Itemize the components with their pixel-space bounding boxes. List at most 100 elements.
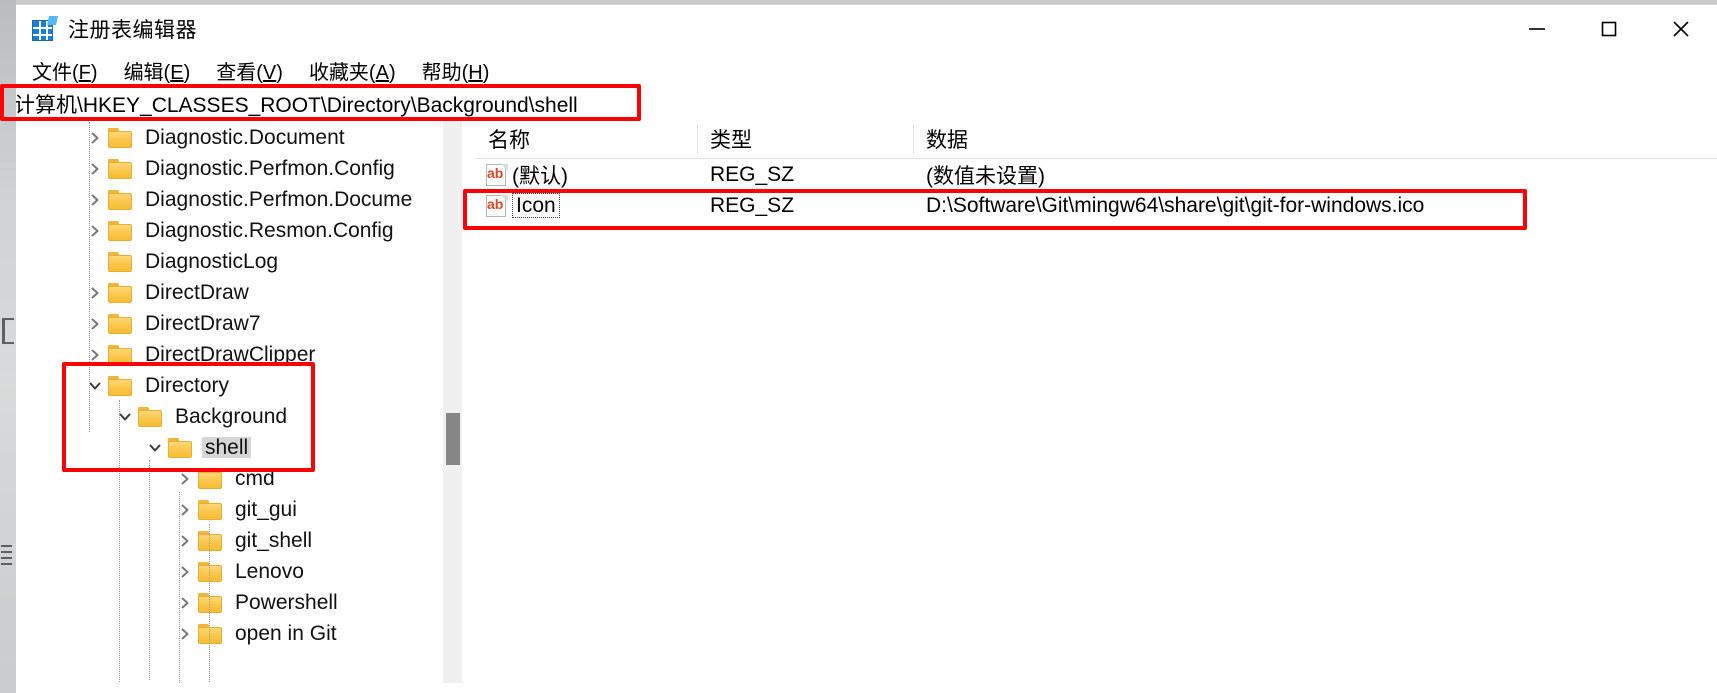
chevron-right-icon[interactable] <box>172 503 198 517</box>
minimize-button[interactable] <box>1501 5 1573 53</box>
tree-item-powershell[interactable]: Powershell <box>16 587 462 618</box>
chevron-right-icon[interactable] <box>82 348 108 362</box>
tree-item-cmd[interactable]: cmd <box>16 463 462 494</box>
tree-item-label: shell <box>202 437 252 458</box>
tree-connector-line <box>149 460 150 680</box>
close-button[interactable] <box>1645 5 1717 53</box>
values-header-row: 名称 类型 数据 <box>476 120 1717 159</box>
value-type-cell: REG_SZ <box>710 162 795 186</box>
tree-item-diagnostic-resmon-config[interactable]: Diagnostic.Resmon.Config <box>16 215 462 246</box>
folder-icon <box>108 344 134 365</box>
folder-icon <box>198 592 224 613</box>
menu-help[interactable]: 帮助(H) <box>422 56 490 85</box>
folder-icon <box>198 623 224 644</box>
chevron-right-icon[interactable] <box>172 596 198 610</box>
value-name-text: Icon <box>512 193 560 218</box>
tree-item-git-shell[interactable]: git_shell <box>16 525 462 556</box>
menu-view-tail: ) <box>276 61 283 84</box>
value-data-cell: D:\Software\Git\mingw64\share\git\git-fo… <box>926 193 1425 217</box>
tree-connector-line <box>209 524 210 683</box>
title-bar: 注册表编辑器 <box>16 5 1717 53</box>
tree-item-label: DirectDraw7 <box>145 312 261 335</box>
tree-item-label: git_gui <box>235 498 297 521</box>
minimize-icon <box>1529 28 1545 30</box>
tree-connector-line <box>179 492 180 683</box>
tree-item-background[interactable]: Background <box>16 401 462 432</box>
column-header-data[interactable]: 数据 <box>914 124 1717 154</box>
tree-item-diagnostic-perfmon-docume[interactable]: Diagnostic.Perfmon.Docume <box>16 184 462 215</box>
window-controls <box>1501 5 1717 53</box>
column-header-type[interactable]: 类型 <box>698 124 914 154</box>
string-value-icon: ab <box>486 194 508 218</box>
tree-item-label: Diagnostic.Perfmon.Config <box>145 157 395 180</box>
value-data-cell: (数值未设置) <box>926 164 1045 188</box>
chevron-right-icon[interactable] <box>82 131 108 145</box>
registry-tree: Diagnostic.Document Diagnostic.Perfmon.Co… <box>16 120 462 683</box>
maximize-icon <box>1601 21 1617 37</box>
folder-icon <box>108 313 134 334</box>
tree-item-diagnostic-perfmon-config[interactable]: Diagnostic.Perfmon.Config <box>16 153 462 184</box>
chevron-down-icon[interactable] <box>112 410 138 424</box>
chevron-right-icon[interactable] <box>82 193 108 207</box>
tree-item-git-gui[interactable]: git_gui <box>16 494 462 525</box>
value-type-cell: REG_SZ <box>710 193 795 217</box>
menu-edit-text: 编辑( <box>123 61 171 84</box>
column-header-name[interactable]: 名称 <box>476 124 698 154</box>
string-value-icon: ab <box>486 163 508 187</box>
values-list: ab (默认) REG_SZ (数值未设置) ab Icon REG_SZ D:\Softwa… <box>476 159 1717 221</box>
menu-favorites-tail: ) <box>388 61 396 84</box>
chevron-right-icon[interactable] <box>172 627 198 641</box>
tree-item-label: Directory <box>145 374 230 397</box>
table-row[interactable]: ab (默认) REG_SZ (数值未设置) <box>476 159 1717 190</box>
close-icon <box>1673 21 1689 37</box>
folder-icon <box>108 189 134 210</box>
tree-item-lenovo[interactable]: Lenovo <box>16 556 462 587</box>
chevron-right-icon[interactable] <box>172 565 198 579</box>
tree-item-directdraw[interactable]: DirectDraw <box>16 277 462 308</box>
tree-item-open-in-git[interactable]: open in Git <box>16 618 462 649</box>
tree-item-diagnostic-document[interactable]: Diagnostic.Document <box>16 122 462 153</box>
address-bar[interactable]: 计算机\HKEY_CLASSES_ROOT\Directory\Backgrou… <box>16 87 1717 120</box>
tree-scrollbar[interactable] <box>443 120 462 683</box>
menu-file-tail: ) <box>90 61 98 84</box>
chevron-right-icon[interactable] <box>172 534 198 548</box>
folder-icon <box>138 406 164 427</box>
tree-item-directdrawclipper[interactable]: DirectDrawClipper <box>16 339 462 370</box>
pane-splitter[interactable] <box>462 120 476 683</box>
menu-edit-accel: E <box>170 61 184 84</box>
folder-icon <box>108 127 134 148</box>
chevron-down-icon[interactable] <box>82 379 108 393</box>
chevron-right-icon[interactable] <box>172 472 198 486</box>
menu-edit[interactable]: 编辑(E) <box>124 56 191 85</box>
menu-file-accel: F <box>78 61 91 84</box>
maximize-button[interactable] <box>1573 5 1645 53</box>
tree-item-label: open in Git <box>235 622 337 645</box>
folder-icon <box>108 282 134 303</box>
tree-item-directory[interactable]: Directory <box>16 370 462 401</box>
tree-item-directdraw7[interactable]: DirectDraw7 <box>16 308 462 339</box>
value-name-cell: ab (默认) <box>476 160 698 190</box>
tree-item-label: Diagnostic.Document <box>145 126 345 149</box>
registry-values-pane[interactable]: 名称 类型 数据 ab (默认) REG_SZ (数值未设置) ab Icon REG_SZ… <box>476 120 1717 683</box>
tree-item-label: DirectDraw <box>145 281 249 304</box>
tree-item-label: git_shell <box>235 529 313 552</box>
tree-item-shell[interactable]: shell <box>16 432 462 463</box>
address-path-text: 计算机\HKEY_CLASSES_ROOT\Directory\Backgrou… <box>16 93 578 117</box>
tree-item-diagnosticlog[interactable]: DiagnosticLog <box>16 246 462 277</box>
chevron-right-icon[interactable] <box>82 317 108 331</box>
menu-view-accel: V <box>262 61 277 84</box>
registry-tree-pane[interactable]: Diagnostic.Document Diagnostic.Perfmon.Co… <box>16 120 462 683</box>
chevron-right-icon[interactable] <box>82 162 108 176</box>
registry-editor-icon <box>31 16 58 42</box>
menu-view[interactable]: 查看(V) <box>216 56 283 85</box>
menu-help-tail: ) <box>482 61 490 84</box>
tree-item-label: Diagnostic.Perfmon.Docume <box>145 188 413 211</box>
desktop-partial-icon-b <box>1 545 12 571</box>
chevron-right-icon[interactable] <box>82 286 108 300</box>
table-row[interactable]: ab Icon REG_SZ D:\Software\Git\mingw64\shar… <box>476 190 1717 221</box>
tree-scrollbar-thumb[interactable] <box>446 413 460 465</box>
chevron-right-icon[interactable] <box>82 224 108 238</box>
menu-favorites[interactable]: 收藏夹(A) <box>309 56 396 85</box>
menu-file[interactable]: 文件(F) <box>32 56 98 85</box>
chevron-down-icon[interactable] <box>142 441 168 455</box>
